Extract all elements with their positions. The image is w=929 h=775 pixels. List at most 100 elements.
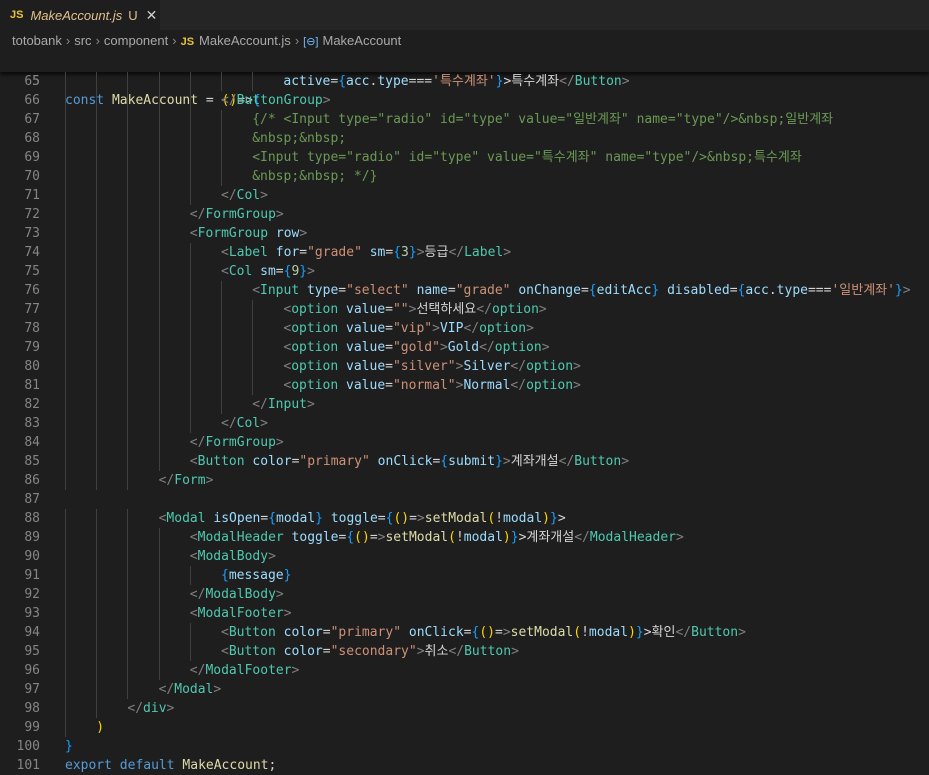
breadcrumb-item-symbol[interactable]: [⊖] MakeAccount — [303, 33, 401, 48]
code-line[interactable]: 78 <option value="vip">VIP</option> — [0, 319, 929, 338]
code-editor[interactable]: 5 const MakeAccount = ()=>{ 65 active={ac… — [0, 53, 929, 775]
indent-guide — [127, 661, 129, 680]
code-line[interactable]: 69 <Input type="radio" id="type" value="특… — [0, 148, 929, 167]
code-line[interactable]: 79 <option value="gold">Gold</option> — [0, 338, 929, 357]
indent-guide — [221, 110, 222, 129]
indent-guide — [127, 433, 129, 452]
indent-guide — [65, 319, 66, 338]
code-line[interactable]: 84 </FormGroup> — [0, 433, 929, 452]
breadcrumb-item-src[interactable]: src — [74, 33, 91, 48]
code-text: <option value="">선택하세요</option> — [283, 302, 547, 317]
code-line[interactable]: 85 <Button color="primary" onClick={submi… — [0, 452, 929, 471]
indent-guide — [96, 148, 98, 167]
code-line[interactable]: 76 <Input type="select" name="grade" onCh… — [0, 281, 929, 300]
code-line[interactable]: 75 <Col sm={9}> — [0, 262, 929, 281]
indent-guide — [252, 300, 254, 319]
code-line[interactable]: 70 &nbsp;&nbsp; */} — [0, 167, 929, 186]
sticky-scroll-line[interactable]: 5 const MakeAccount = ()=>{ — [0, 53, 929, 108]
code-text: </div> — [127, 701, 175, 716]
indent-guide — [65, 585, 66, 604]
indent-guide — [65, 281, 66, 300]
indent-guide — [96, 319, 98, 338]
line-number: 76 — [24, 283, 40, 298]
code-line[interactable]: 101 export default MakeAccount; — [0, 756, 929, 775]
code-line[interactable]: 68 &nbsp;&nbsp; — [0, 129, 929, 148]
indent-guide — [158, 243, 160, 262]
code-line[interactable]: 80 <option value="silver">Silver</option> — [0, 357, 929, 376]
chevron-right-icon: › — [65, 32, 71, 48]
line-number: 91 — [24, 568, 40, 583]
code-line[interactable]: 91 {message} — [0, 566, 929, 585]
indent-guide — [127, 319, 129, 338]
indent-guide — [189, 186, 191, 205]
indent-guide — [158, 376, 160, 395]
indent-guide — [65, 433, 66, 452]
code-line[interactable]: 66 </ButtonGroup> — [0, 91, 929, 110]
breadcrumb-item-component[interactable]: component — [104, 33, 168, 48]
indent-guide — [65, 395, 66, 414]
indent-guide — [65, 528, 66, 547]
tab-makeaccount[interactable]: JS MakeAccount.js U ✕ — [0, 0, 160, 30]
indent-guide — [189, 129, 191, 148]
close-tab-icon[interactable]: ✕ — [146, 7, 158, 24]
indent-guide — [127, 300, 129, 319]
code-line[interactable]: 98 </div> — [0, 699, 929, 718]
indent-guide — [158, 338, 160, 357]
code-text: </Input> — [252, 397, 315, 412]
line-number: 100 — [16, 739, 40, 754]
code-line[interactable]: 100} — [0, 737, 929, 756]
code-line[interactable]: 92 </ModalBody> — [0, 585, 929, 604]
code-line[interactable]: 86 </Form> — [0, 471, 929, 490]
indent-guide — [65, 186, 66, 205]
indent-guide — [127, 547, 129, 566]
code-text: <Button color="secondary">취소</Button> — [221, 644, 519, 659]
breadcrumb-item-file[interactable]: JS MakeAccount.js — [181, 33, 291, 48]
indent-guide — [65, 357, 66, 376]
code-line[interactable]: 93 <ModalFooter> — [0, 604, 929, 623]
indent-guide — [65, 718, 66, 737]
code-line[interactable]: 71 </Col> — [0, 186, 929, 205]
code-line[interactable]: 87 — [0, 490, 929, 509]
indent-guide — [127, 91, 129, 110]
code-line[interactable]: 83 </Col> — [0, 414, 929, 433]
code-line[interactable]: 95 <Button color="secondary">취소</Button> — [0, 642, 929, 661]
indent-guide — [65, 604, 66, 623]
code-line[interactable]: 97 </Modal> — [0, 680, 929, 699]
indent-guide — [127, 224, 129, 243]
code-line[interactable]: 77 <option value="">선택하세요</option> — [0, 300, 929, 319]
indent-guide — [158, 357, 160, 376]
indent-guide — [189, 376, 191, 395]
indent-guide — [127, 509, 129, 528]
code-line[interactable]: 88 <Modal isOpen={modal} toggle={()=>setM… — [0, 509, 929, 528]
code-text: ) — [96, 720, 105, 735]
code-line[interactable]: 74 <Label for="grade" sm={3}>등급</Label> — [0, 243, 929, 262]
code-line[interactable]: 82 </Input> — [0, 395, 929, 414]
indent-guide — [96, 585, 98, 604]
code-line[interactable]: 65 active={acc.type==='특수계좌'}>특수계좌</Butto… — [0, 72, 929, 91]
indent-guide — [96, 680, 98, 699]
indent-guide — [158, 148, 160, 167]
code-line[interactable]: 81 <option value="normal">Normal</option> — [0, 376, 929, 395]
indent-guide — [189, 623, 191, 642]
indent-guide — [158, 661, 160, 680]
breadcrumb-item-totobank[interactable]: totobank — [12, 33, 62, 48]
line-number: 70 — [24, 169, 40, 184]
code-line[interactable]: 89 <ModalHeader toggle={()=>setModal(!mod… — [0, 528, 929, 547]
line-number: 66 — [24, 93, 40, 108]
indent-guide — [221, 167, 222, 186]
line-number: 85 — [24, 454, 40, 469]
indent-guide — [96, 471, 98, 490]
symbol-method-icon: [⊖] — [303, 35, 319, 48]
indent-guide — [65, 243, 66, 262]
code-line[interactable]: 94 <Button color="primary" onClick={()=>s… — [0, 623, 929, 642]
code-line[interactable]: 67 {/* <Input type="radio" id="type" valu… — [0, 110, 929, 129]
code-line[interactable]: 90 <ModalBody> — [0, 547, 929, 566]
code-line[interactable]: 72 </FormGroup> — [0, 205, 929, 224]
indent-guide — [189, 300, 191, 319]
indent-guide — [189, 110, 191, 129]
line-number: 65 — [24, 74, 40, 89]
indent-guide — [158, 281, 160, 300]
code-line[interactable]: 99) — [0, 718, 929, 737]
code-line[interactable]: 73 <FormGroup row> — [0, 224, 929, 243]
code-line[interactable]: 96 </ModalFooter> — [0, 661, 929, 680]
